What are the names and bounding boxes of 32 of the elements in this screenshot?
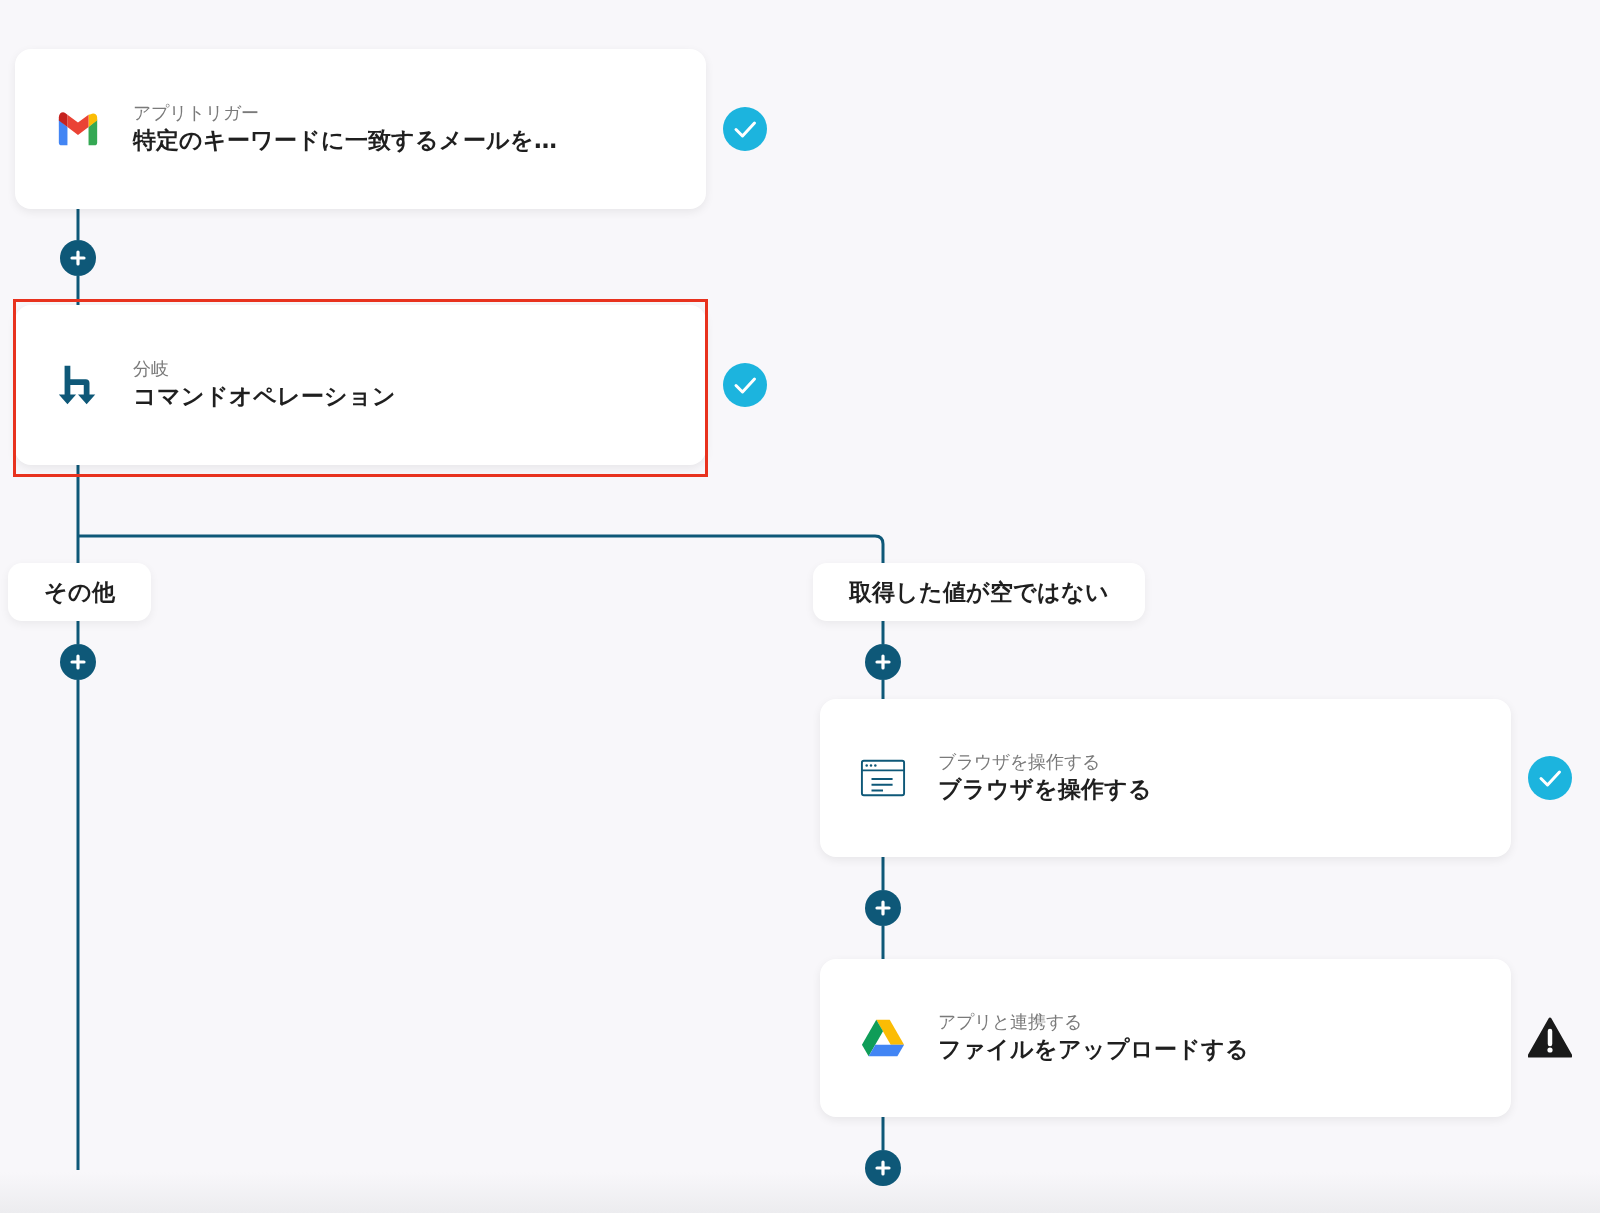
plus-icon	[875, 1160, 891, 1176]
step-card[interactable]: 分岐 コマンドオペレーション	[15, 305, 706, 465]
add-step-button[interactable]	[865, 890, 901, 926]
step-type-label: ブラウザを操作する	[938, 749, 1101, 773]
plus-icon	[875, 900, 891, 916]
step-title: コマンドオペレーション	[133, 382, 396, 411]
step-type-label: アプリと連携する	[938, 1009, 1083, 1033]
step-title: ブラウザを操作する	[938, 775, 1152, 804]
branch-label[interactable]: 取得した値が空ではない	[813, 563, 1145, 621]
connector-line	[76, 208, 80, 240]
add-step-button[interactable]	[60, 240, 96, 276]
connector-line	[881, 621, 885, 644]
connector-line	[76, 621, 80, 644]
connector-line	[881, 926, 885, 959]
step-card[interactable]: ブラウザを操作する ブラウザを操作する	[820, 699, 1511, 857]
step-card[interactable]: アプリトリガー 特定のキーワードに一致するメールを…	[15, 49, 706, 209]
step-card[interactable]: アプリと連携する ファイルをアップロードする	[820, 959, 1511, 1117]
connector-line	[76, 276, 80, 305]
add-step-button[interactable]	[865, 1150, 901, 1186]
plus-icon	[70, 250, 86, 266]
plus-icon	[70, 654, 86, 670]
connector-line	[881, 857, 885, 890]
plus-icon	[875, 654, 891, 670]
connector-line	[881, 1117, 885, 1150]
step-type-label: 分岐	[133, 356, 170, 380]
step-title: 特定のキーワードに一致するメールを…	[133, 126, 557, 155]
step-title: ファイルをアップロードする	[938, 1035, 1249, 1064]
connector-line	[881, 680, 885, 699]
add-step-button[interactable]	[60, 644, 96, 680]
step-type-label: アプリトリガー	[133, 100, 260, 124]
branch-label[interactable]: その他	[8, 563, 151, 621]
add-step-button[interactable]	[865, 644, 901, 680]
